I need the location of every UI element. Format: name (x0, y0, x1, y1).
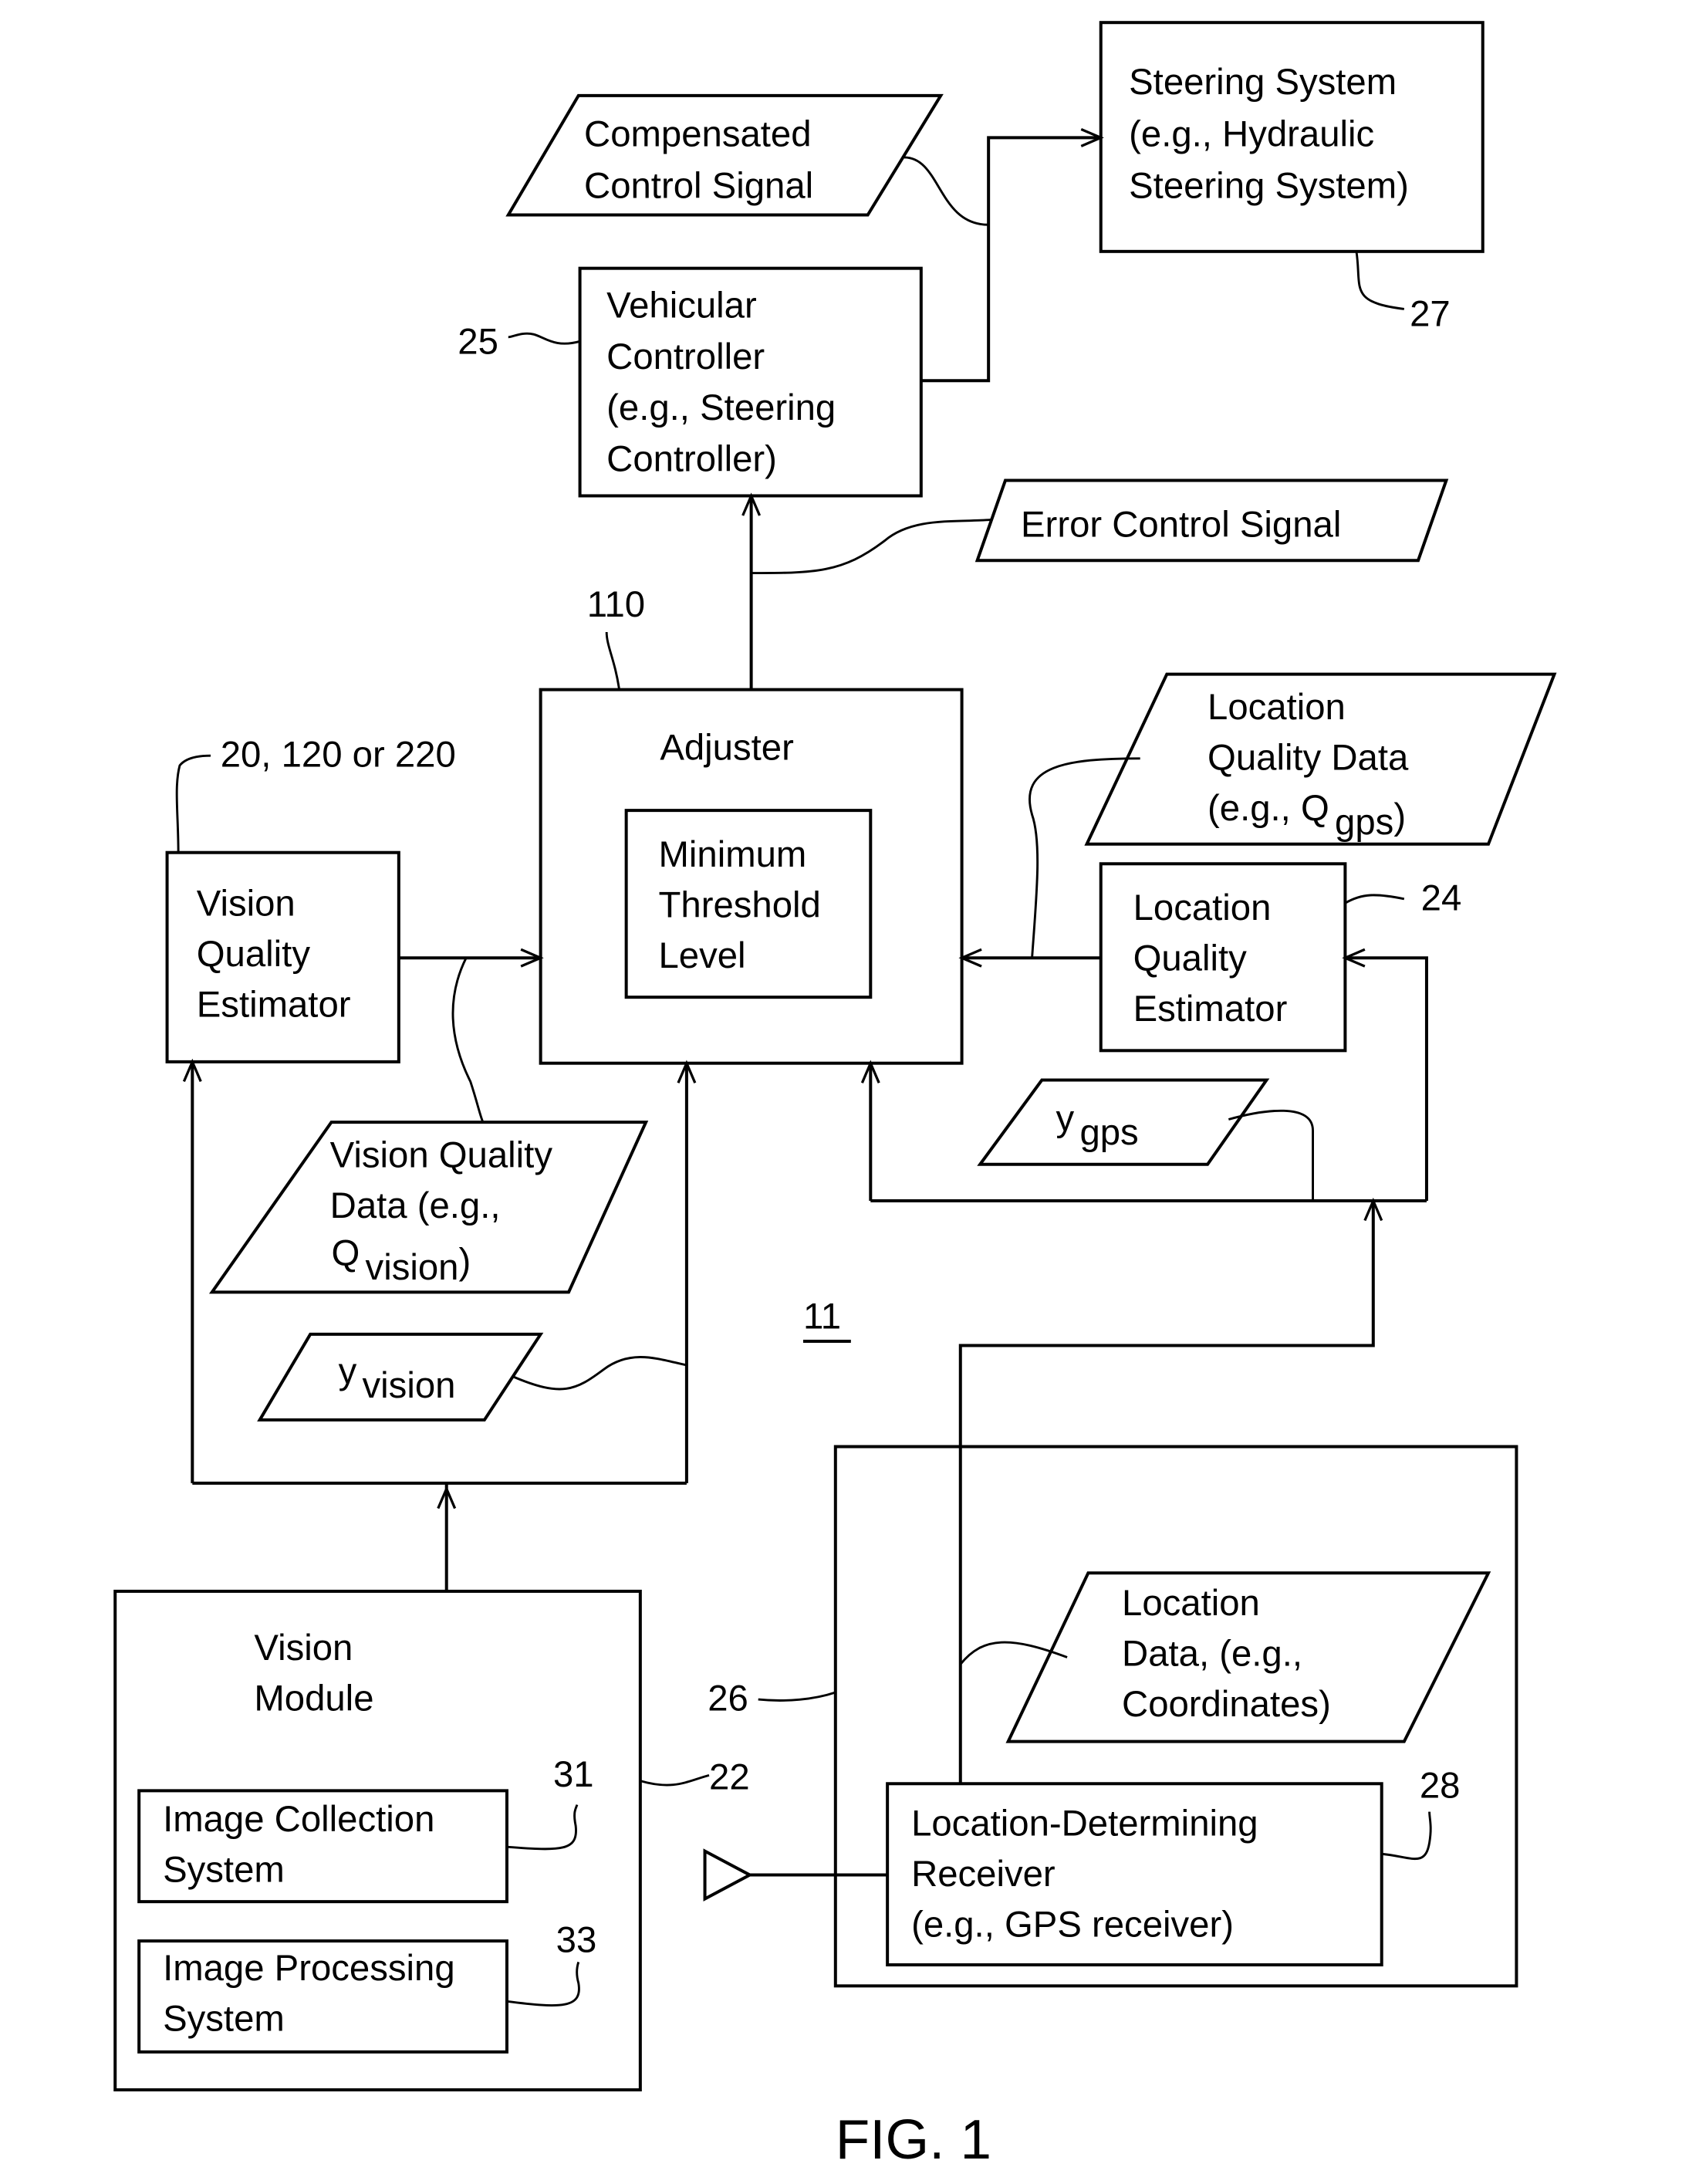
compensated-control-signal-label-line: Compensated (584, 113, 811, 154)
error-control-signal-label-line: Error Control Signal (1021, 504, 1341, 545)
location-module-ref: 26 (708, 1679, 748, 1719)
location-quality-estimator-label-line: Estimator (1133, 989, 1288, 1029)
vision-quality-estimator-ref: 20, 120 or 220 (221, 735, 456, 776)
location-quality-data-label-line: Location (1208, 687, 1346, 728)
location-data-label-line: Data, (e.g., (1122, 1633, 1302, 1674)
system-ref: 11 (803, 1297, 841, 1337)
location-receiver-label-line: Receiver (911, 1854, 1056, 1895)
steering-system-label-line: (e.g., Hydraulic (1129, 113, 1374, 154)
lead-ref-25 (508, 332, 580, 345)
vehicular-controller-label-line: Controller) (606, 439, 777, 480)
image-processing-label-line: System (163, 1999, 285, 2040)
adjuster-ref: 110 (587, 584, 645, 625)
location-quality-estimator-label-line: Quality (1133, 938, 1248, 979)
minimum-threshold-label-line: Level (659, 935, 746, 976)
lead-ref-27 (1355, 251, 1405, 310)
vision-module-label-line: Module (254, 1679, 373, 1719)
lead-ref-24 (1344, 894, 1405, 904)
lead-y-gps (1228, 1109, 1315, 1202)
steering-system-label-line: Steering System) (1129, 166, 1409, 207)
image-collection-label-line: Image Collection (163, 1799, 434, 1840)
wire-controller-to-steering (920, 136, 1101, 383)
diagram-shapes (113, 21, 1557, 2091)
location-data-label-line: Location (1122, 1583, 1260, 1624)
vehicular-controller-label-line: Vehicular (606, 285, 757, 326)
vision-quality-estimator-label-line: Quality (197, 934, 311, 975)
location-receiver-ref: 28 (1420, 1765, 1461, 1806)
adjuster-label-line: Adjuster (660, 728, 794, 769)
image-collection-label-line: System (163, 1850, 285, 1891)
vehicular-controller-ref: 25 (458, 322, 498, 363)
location-quality-estimator-label-line: Location (1133, 887, 1272, 928)
vision-quality-data-label-line: Data (e.g., (330, 1185, 501, 1226)
location-data-label-line: Coordinates) (1122, 1684, 1331, 1725)
image-processing-label-line: Image Processing (163, 1948, 455, 1989)
location-receiver-label-line: (e.g., GPS receiver) (911, 1905, 1234, 1946)
image-collection-ref: 31 (553, 1754, 594, 1795)
lead-compensated (904, 156, 989, 226)
steering-system-label-line: Steering System (1129, 62, 1397, 103)
figure-title: FIG. 1 (836, 2108, 991, 2171)
block-diagram: Steering System (e.g., Hydraulic Steering … (113, 21, 1557, 2171)
lead-y-vision (512, 1356, 687, 1391)
vision-module-label-line: Vision (254, 1628, 353, 1668)
vision-quality-data-label-line: Vision Quality (330, 1134, 553, 1175)
lead-ref-22 (640, 1773, 710, 1787)
vehicular-controller-label-line: (e.g., Steering (606, 387, 836, 428)
lead-ref-110 (605, 631, 620, 690)
vision-quality-estimator-label-line: Vision (197, 884, 296, 925)
lead-ref-vqe (175, 754, 211, 853)
location-receiver-label-line: Location-Determining (911, 1804, 1258, 1844)
vehicular-controller-label-line: Controller (606, 336, 765, 377)
location-quality-estimator-ref: 24 (1421, 877, 1462, 918)
lead-ref-26 (758, 1691, 836, 1702)
vision-module-ref: 22 (709, 1757, 750, 1798)
minimum-threshold-label-line: Threshold (659, 884, 821, 925)
antenna-icon (703, 1848, 754, 1902)
vision-quality-estimator-label-line: Estimator (197, 985, 351, 1026)
lead-vision-quality (451, 957, 485, 1123)
image-processing-ref: 33 (556, 1920, 597, 1961)
compensated-control-signal-label-line: Control Signal (584, 166, 813, 207)
steering-system-ref: 27 (1410, 293, 1451, 334)
lead-error (751, 518, 991, 575)
location-quality-data-label-line: Quality Data (1208, 737, 1409, 778)
minimum-threshold-label-line: Minimum (659, 834, 807, 875)
